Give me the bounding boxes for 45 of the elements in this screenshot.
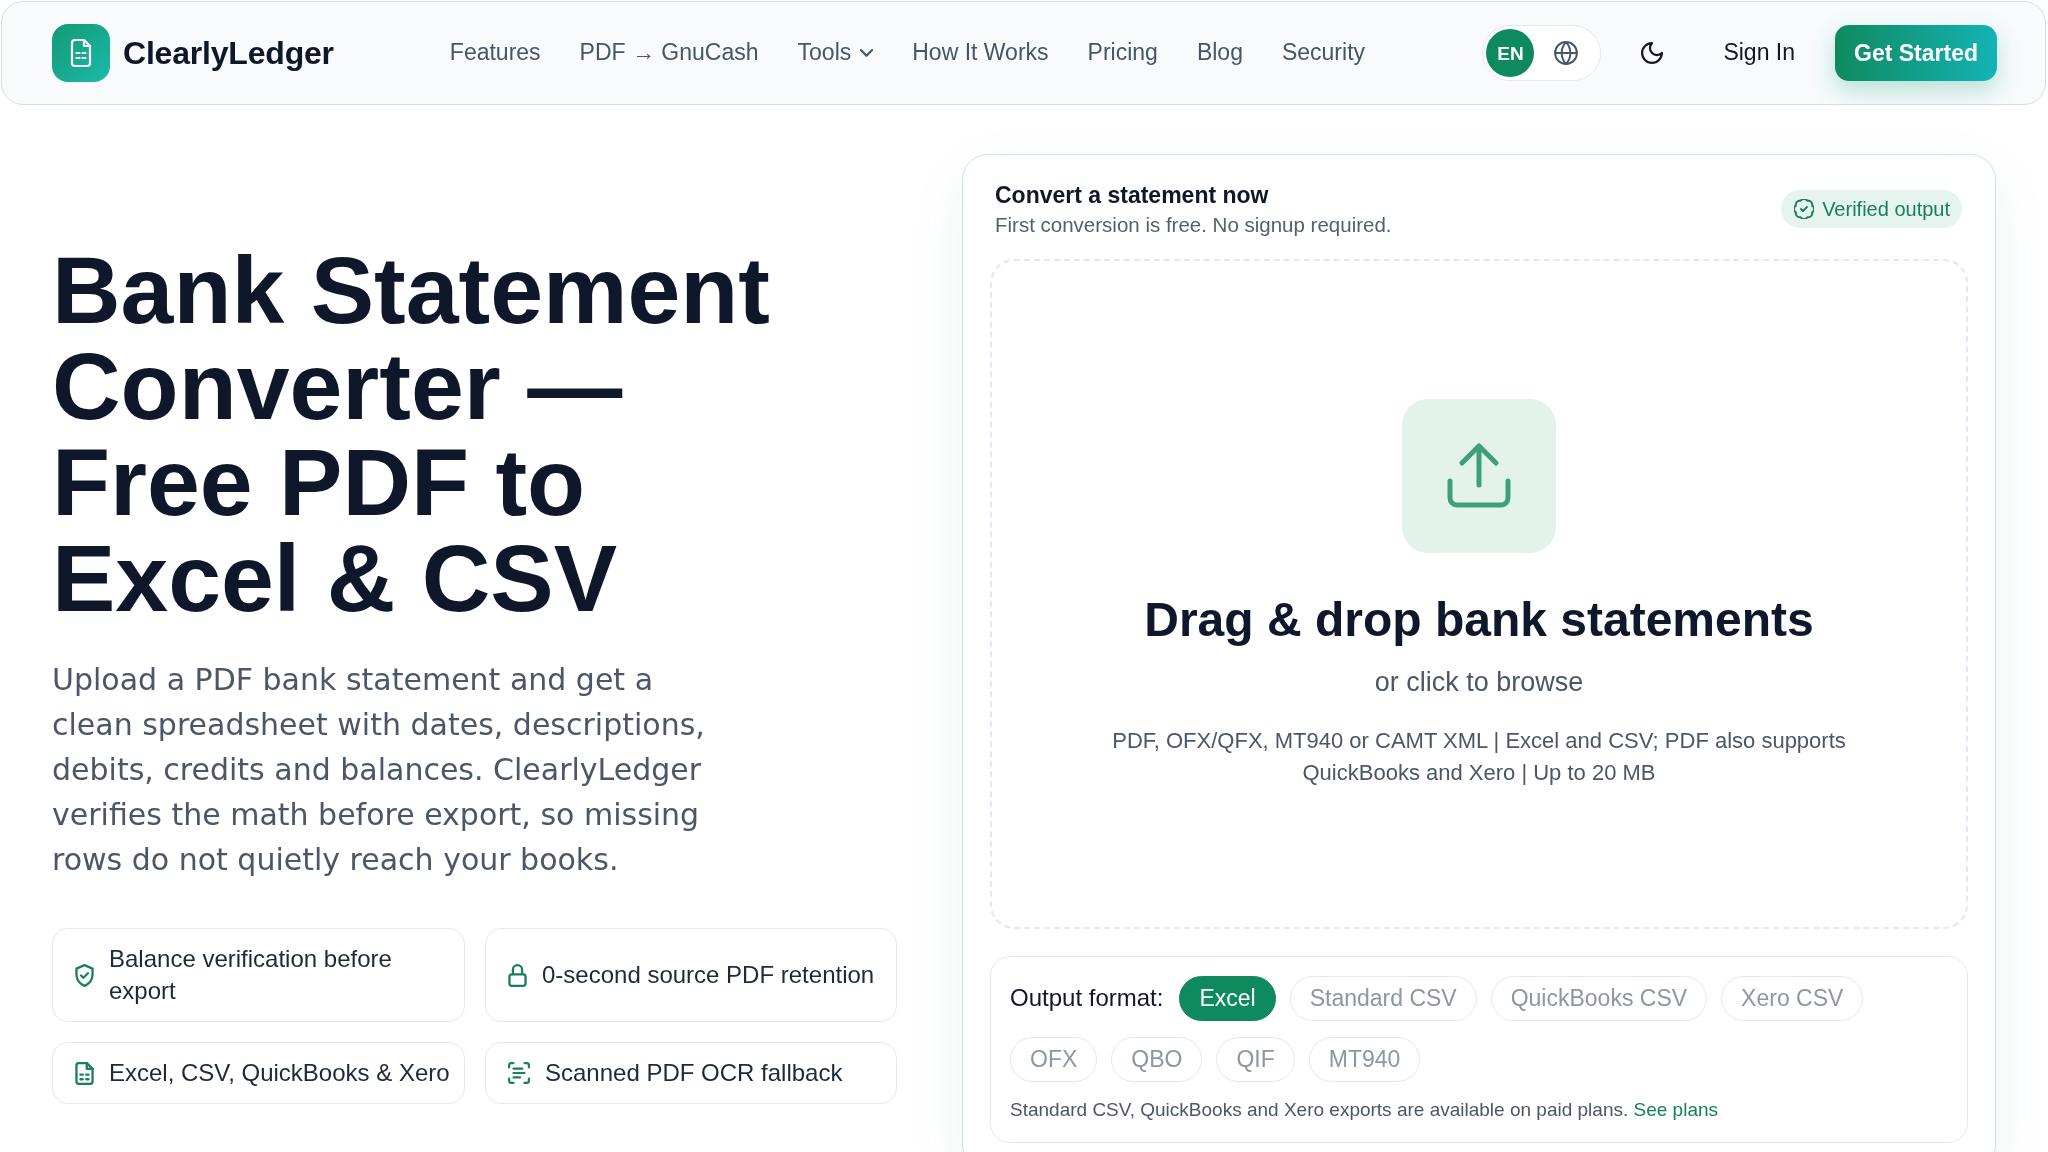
format-option[interactable]: OFX bbox=[1010, 1037, 1098, 1082]
sign-in-button[interactable]: Sign In bbox=[1723, 38, 1795, 68]
nav-link[interactable]: Pricing bbox=[1087, 38, 1158, 68]
language-option[interactable]: EN bbox=[1486, 29, 1535, 77]
hero-description: Upload a PDF bank statement and get a clean spreadsheet with dates, descriptions, debits, credits and balances. ClearlyLedger verifies the math before export, so missing rows do not quietly reach your books. bbox=[52, 661, 706, 879]
card-subtitle: First conversion is free. No signup required. bbox=[995, 212, 1392, 238]
format-option[interactable]: QIF bbox=[1216, 1037, 1295, 1082]
nav-link[interactable]: Blog bbox=[1196, 38, 1243, 68]
nav-link[interactable]: Features bbox=[449, 38, 541, 68]
dropzone-heading: Drag & drop bank statements bbox=[1144, 592, 1814, 648]
nav-link[interactable]: PDF → GnuCash bbox=[579, 38, 759, 68]
spreadsheet-file-icon bbox=[75, 1061, 94, 1085]
format-option[interactable]: Xero CSV bbox=[1721, 976, 1864, 1021]
format-option[interactable]: QBO bbox=[1111, 1037, 1203, 1082]
nav-link[interactable]: How It Works bbox=[912, 38, 1049, 68]
brand-name[interactable]: ClearlyLedger bbox=[123, 33, 334, 73]
feature-label: Excel, CSV, QuickBooks & Xero bbox=[109, 1058, 450, 1088]
nav-dropdown[interactable]: Tools bbox=[797, 38, 874, 68]
moon-icon[interactable] bbox=[1641, 42, 1664, 64]
output-format-label: Output format: bbox=[1010, 984, 1164, 1013]
hero-title: Bank Statement Converter — Free PDF to Excel & CSV bbox=[52, 242, 771, 626]
badge-check-icon bbox=[1794, 199, 1815, 219]
feature-label: 0-second source PDF retention bbox=[542, 960, 875, 990]
nav-link[interactable]: Security bbox=[1281, 38, 1366, 68]
supported-formats-text: PDF, OFX/QFX, MT940 or CAMT XML | Excel and CSV; PDF also supports QuickBooks and Xero | Up to 20 MB bbox=[1111, 727, 1847, 787]
format-option[interactable]: QuickBooks CSV bbox=[1490, 976, 1708, 1021]
get-started-button[interactable]: Get Started bbox=[1835, 25, 1997, 81]
card-title: Convert a statement now bbox=[995, 181, 1270, 210]
badge-label: Verified output bbox=[1822, 199, 1950, 219]
feature-label: Balance verification before export bbox=[109, 944, 393, 1006]
feature-label: Scanned PDF OCR fallback bbox=[545, 1058, 843, 1088]
see-plans-link[interactable]: See plans bbox=[1633, 1099, 1719, 1120]
shield-check-icon bbox=[75, 963, 94, 987]
scan-text-icon bbox=[508, 1062, 530, 1084]
lock-icon bbox=[508, 963, 527, 987]
plan-note: Standard CSV, QuickBooks and Xero exports are available on paid plans. See plans bbox=[1010, 1098, 1720, 1122]
globe-icon[interactable] bbox=[1554, 41, 1579, 65]
format-option[interactable]: Standard CSV bbox=[1289, 976, 1477, 1021]
upload-icon bbox=[1402, 399, 1556, 553]
format-option[interactable]: Excel bbox=[1179, 976, 1276, 1021]
file-dropzone[interactable]: Drag & drop bank statements or click to browse PDF, OFX/QFX, MT940 or CAMT XML | Excel and CSV; PDF also supports QuickBooks and Xero | Up to 20 MB bbox=[990, 259, 1968, 929]
chevron-down-icon bbox=[860, 49, 874, 57]
dropzone-subheading: or click to browse bbox=[1374, 666, 1584, 699]
logo-icon[interactable] bbox=[52, 24, 110, 82]
format-option[interactable]: MT940 bbox=[1308, 1037, 1421, 1082]
